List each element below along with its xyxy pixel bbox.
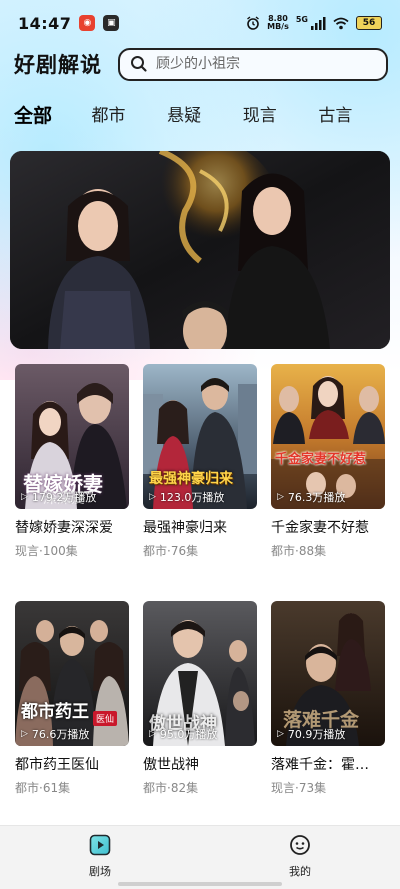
play-count: 70.9万播放 (287, 728, 346, 741)
cellular-signal-icon (311, 16, 326, 30)
drama-title[interactable]: 都市药王医仙 (15, 754, 129, 774)
play-icon: ▷ (149, 729, 156, 739)
battery-indicator: 56 (356, 16, 382, 30)
drama-meta: 都市·82集 (143, 781, 199, 795)
drama-meta: 都市·61集 (15, 781, 71, 795)
tab-ancient-romance[interactable]: 古言 (318, 101, 394, 131)
play-count-badge: ▷ 70.9万播放 (277, 726, 345, 742)
drama-card[interactable]: 落难千金 ▷ 70.9万播放 落难千金：霍… 现言·73集 (271, 601, 385, 796)
tab-suspense[interactable]: 悬疑 (167, 101, 243, 131)
play-count-badge: ▷ 179.2万播放 (21, 489, 96, 505)
play-icon: ▷ (21, 729, 28, 739)
home-indicator (118, 882, 282, 886)
drama-title[interactable]: 落难千金：霍… (271, 754, 385, 774)
play-icon: ▷ (149, 492, 156, 502)
category-tabs: 全部 都市 悬疑 现言 古言 (14, 101, 394, 131)
tab-all[interactable]: 全部 (14, 101, 92, 131)
poster-title-art: 千金家妻不好惹 (275, 452, 367, 467)
play-icon: ▷ (21, 492, 28, 502)
drama-card[interactable]: 都市药王 医仙 ▷ 76.6万播放 都市药王医仙 都市·61集 (15, 601, 129, 796)
tab-urban[interactable]: 都市 (92, 101, 168, 131)
drama-meta: 现言·100集 (15, 544, 78, 558)
play-tab-icon (89, 834, 111, 856)
signal-type: 5G (295, 14, 308, 24)
play-count-badge: ▷ 76.6万播放 (21, 726, 89, 742)
drama-card[interactable]: 最强神豪归来 ▷ 123.0万播放 最强神豪归来 都市·76集 (143, 364, 257, 559)
nav-theater-label: 剧场 (89, 865, 111, 878)
play-count-badge: ▷ 76.3万播放 (277, 489, 345, 505)
nav-mine[interactable]: 我的 (270, 834, 330, 879)
search-icon (131, 56, 147, 72)
drama-meta: 都市·88集 (271, 544, 327, 558)
play-count: 76.6万播放 (31, 728, 90, 741)
drama-poster[interactable]: 替嫁娇妻 深深爱 ▷ 179.2万播放 (15, 364, 129, 509)
tab-modern-romance[interactable]: 现言 (243, 101, 319, 131)
drama-poster[interactable]: 落难千金 ▷ 70.9万播放 (271, 601, 385, 746)
drama-title[interactable]: 千金家妻不好惹 (271, 517, 385, 537)
notification-message-icon: ▣ (103, 15, 120, 31)
play-count: 95.0万播放 (159, 728, 218, 741)
network-speed-unit: MB/s (267, 22, 289, 31)
play-count-badge: ▷ 95.0万播放 (149, 726, 217, 742)
network-speed: 8.80 MB/s (267, 15, 289, 31)
play-icon: ▷ (277, 492, 284, 502)
status-icons: 8.80 MB/s 5G 56 (246, 15, 382, 31)
drama-poster[interactable]: 最强神豪归来 ▷ 123.0万播放 (143, 364, 257, 509)
drama-card[interactable]: 替嫁娇妻 深深爱 ▷ 179.2万播放 替嫁娇妻深深爱 现言·100集 (15, 364, 129, 559)
drama-title[interactable]: 最强神豪归来 (143, 517, 257, 537)
battery-level: 56 (362, 18, 376, 28)
nav-theater[interactable]: 剧场 (70, 834, 130, 879)
featured-banner[interactable] (10, 151, 390, 349)
nav-mine-label: 我的 (289, 865, 311, 878)
drama-meta: 现言·73集 (271, 781, 327, 795)
status-bar: 14:47 ◉ ▣ 8.80 MB/s 5G 56 (0, 0, 400, 46)
drama-poster[interactable]: 都市药王 医仙 ▷ 76.6万播放 (15, 601, 129, 746)
play-count: 179.2万播放 (31, 491, 97, 504)
search-input[interactable] (156, 56, 356, 72)
poster-title-art-sub: 医仙 (93, 711, 118, 726)
drama-meta: 都市·76集 (143, 544, 199, 558)
play-count-badge: ▷ 123.0万播放 (149, 489, 224, 505)
bottom-nav: 剧场 我的 (0, 825, 400, 889)
poster-title-art: 最强神豪归来 (149, 471, 233, 487)
wifi-icon (333, 17, 349, 29)
play-count: 76.3万播放 (287, 491, 346, 504)
drama-card[interactable]: 傲世战神 ▷ 95.0万播放 傲世战神 都市·82集 (143, 601, 257, 796)
play-count: 123.0万播放 (159, 491, 225, 504)
drama-card[interactable]: 千金家妻不好惹 ▷ 76.3万播放 千金家妻不好惹 都市·88集 (271, 364, 385, 559)
status-time: 14:47 (18, 13, 72, 33)
notification-app-icon: ◉ (79, 15, 96, 31)
drama-title[interactable]: 替嫁娇妻深深爱 (15, 517, 129, 537)
search-bar[interactable] (118, 47, 388, 81)
drama-title[interactable]: 傲世战神 (143, 754, 257, 774)
banner-image (10, 151, 390, 349)
alarm-icon (247, 16, 260, 30)
poster-image (271, 364, 385, 509)
app-title: 好剧解说 (14, 53, 102, 77)
header: 好剧解说 (14, 47, 390, 81)
smile-face-icon (290, 835, 310, 855)
play-icon: ▷ (277, 729, 284, 739)
drama-poster[interactable]: 傲世战神 ▷ 95.0万播放 (143, 601, 257, 746)
poster-title-art: 都市药王 (21, 702, 89, 722)
drama-poster[interactable]: 千金家妻不好惹 ▷ 76.3万播放 (271, 364, 385, 509)
